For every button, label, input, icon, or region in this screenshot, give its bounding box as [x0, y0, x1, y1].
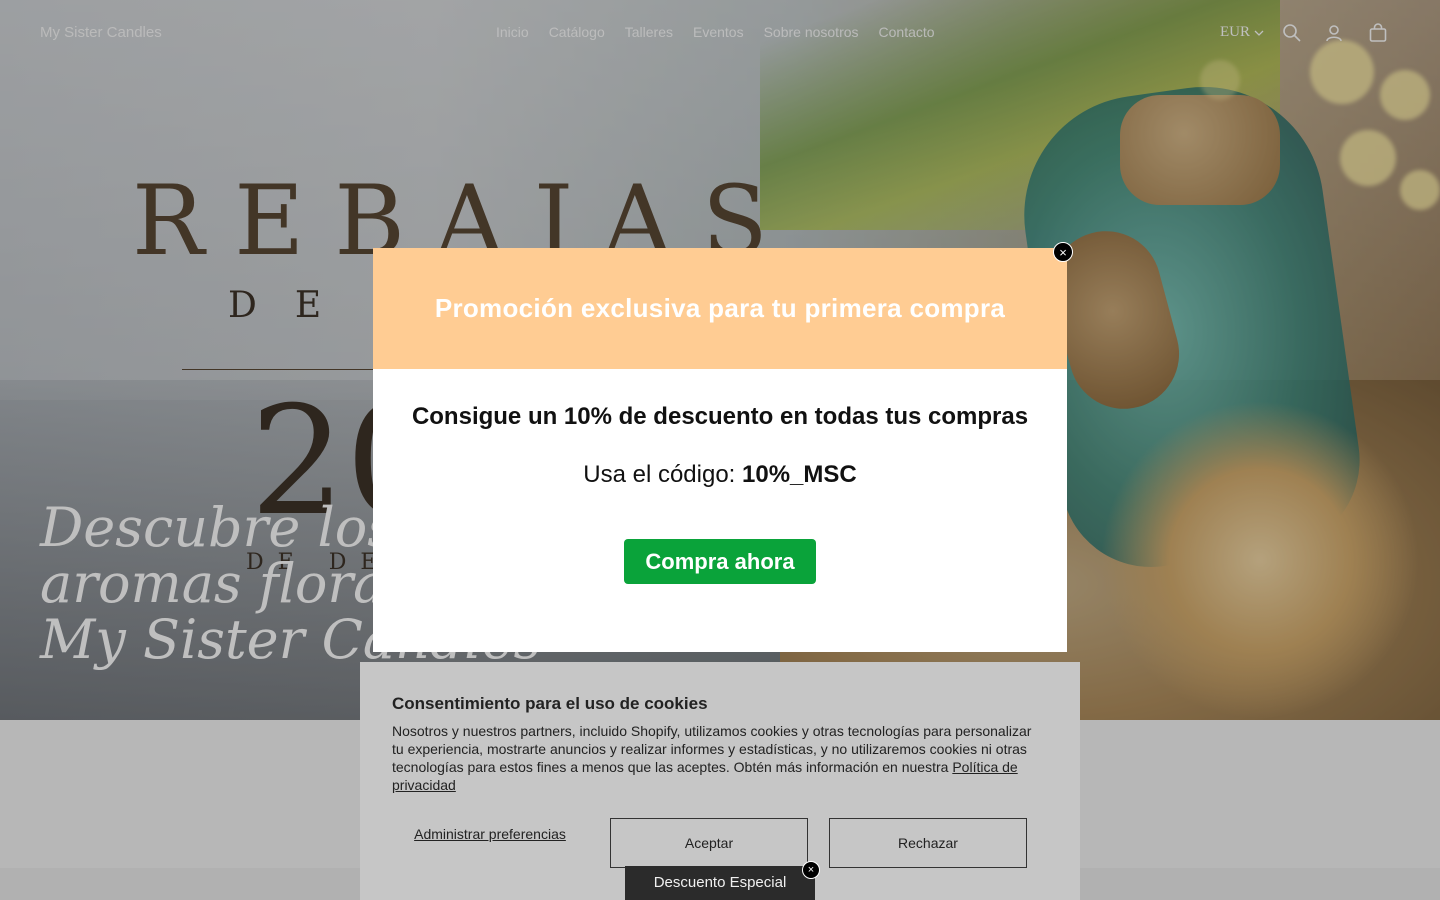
- cookie-title: Consentimiento para el uso de cookies: [392, 694, 708, 713]
- promo-code-line: Usa el código: 10%_MSC: [373, 461, 1067, 489]
- reject-cookies-button[interactable]: Rechazar: [829, 818, 1027, 868]
- cookie-text: Nosotros y nuestros partners, incluido S…: [392, 723, 1032, 775]
- promo-body: Consigue un 10% de descuento en todas tu…: [373, 369, 1067, 584]
- buy-now-button[interactable]: Compra ahora: [624, 539, 816, 584]
- promo-modal: Promoción exclusiva para tu primera comp…: [373, 248, 1067, 652]
- promo-heading: Promoción exclusiva para tu primera comp…: [434, 293, 1006, 323]
- special-discount-tab[interactable]: Descuento Especial: [625, 866, 815, 900]
- promo-code-prefix: Usa el código:: [583, 461, 743, 488]
- accept-cookies-button[interactable]: Aceptar: [610, 818, 808, 868]
- close-icon[interactable]: ×: [1053, 242, 1073, 262]
- manage-preferences-link[interactable]: Administrar preferencias: [412, 826, 568, 843]
- close-icon[interactable]: ×: [802, 861, 820, 879]
- cookie-description: Nosotros y nuestros partners, incluido S…: [392, 722, 1042, 794]
- promo-header: Promoción exclusiva para tu primera comp…: [373, 248, 1067, 369]
- promo-code: 10%_MSC: [742, 461, 857, 488]
- promo-offer-text: Consigue un 10% de descuento en todas tu…: [411, 403, 1029, 430]
- cookie-banner: Consentimiento para el uso de cookies No…: [360, 662, 1080, 900]
